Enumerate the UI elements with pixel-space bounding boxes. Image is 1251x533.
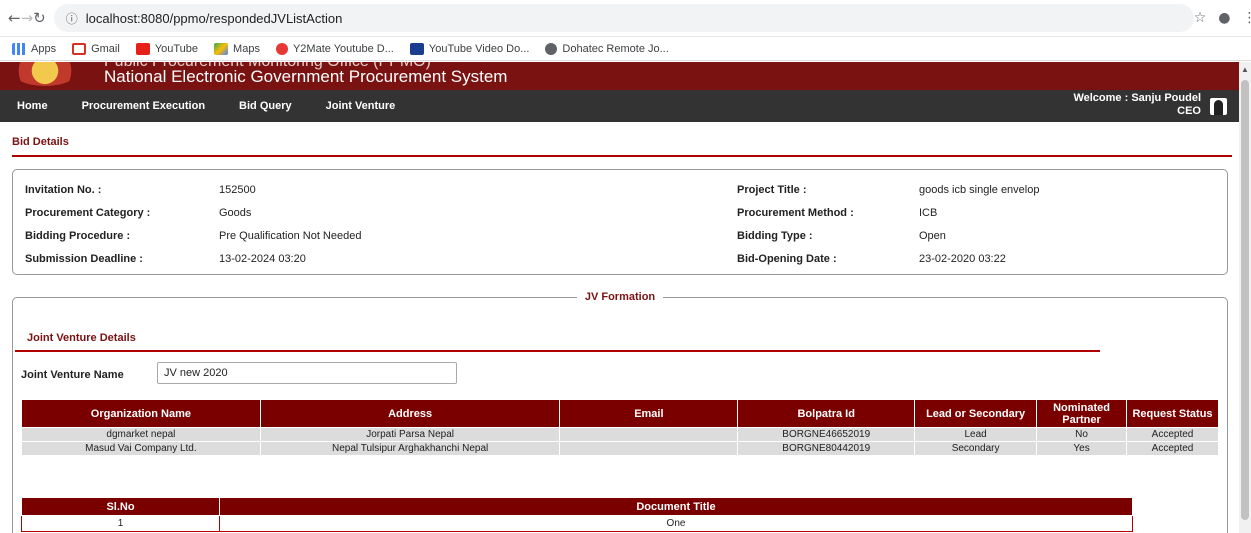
bidding-type-label: Bidding Type : [737, 230, 813, 242]
deadline-value: 13-02-2024 03:20 [219, 253, 306, 265]
main-menu: Home Procurement Execution Bid Query Joi… [0, 90, 1239, 122]
bid-details-box: Invitation No. : 152500 Procurement Cate… [12, 169, 1228, 275]
browser-toolbar: ← → ↻ ⓘ localhost:8080/ppmo/respondedJVL… [0, 0, 1251, 37]
documents-table: Sl.No Document Title 1 One [21, 497, 1133, 532]
reload-icon[interactable]: ↻ [33, 9, 46, 27]
cell-request-status: Accepted [1126, 427, 1219, 442]
cell-email [559, 427, 739, 442]
table-header-row: Sl.No Document Title [21, 497, 1133, 516]
user-avatar-icon[interactable] [1210, 98, 1227, 115]
cell-nominated: No [1036, 427, 1128, 442]
project-title-label: Project Title : [737, 184, 807, 196]
address-bar[interactable]: ⓘ localhost:8080/ppmo/respondedJVListAct… [53, 4, 1194, 32]
bookmark-apps[interactable]: Apps [12, 42, 56, 55]
cell-organization: Masud Vai Company Ltd. [21, 441, 261, 456]
back-arrow-icon[interactable]: ← [8, 9, 21, 27]
cell-bolpatra-id: BORGNE46652019 [737, 427, 916, 442]
maps-icon [214, 42, 229, 55]
invitation-value: 152500 [219, 184, 256, 196]
cell-address: Nepal Tulsipur Arghakhanchi Nepal [259, 441, 561, 456]
bookmarks-bar: Apps Gmail YouTube Maps Y2Mate Youtube D… [0, 37, 1251, 61]
jv-name-label: Joint Venture Name [21, 369, 124, 381]
site-info-icon[interactable]: ⓘ [66, 10, 78, 27]
profile-icon[interactable]: ● [1218, 10, 1230, 26]
bookmark-maps[interactable]: Maps [214, 42, 260, 55]
bid-details-heading: Bid Details [12, 136, 1232, 157]
procedure-value: Pre Qualification Not Needed [219, 230, 362, 242]
scroll-thumb[interactable] [1241, 80, 1249, 520]
welcome-user: Welcome : Sanju Poudel [1073, 92, 1201, 104]
project-title-value: goods icb single envelop [919, 184, 1040, 196]
user-role: CEO [1177, 105, 1201, 117]
url-text: localhost:8080/ppmo/respondedJVListActio… [85, 10, 343, 26]
bookmark-youtube[interactable]: YouTube [135, 42, 198, 55]
deadline-label: Submission Deadline : [25, 253, 143, 265]
cell-document-title[interactable]: One [219, 515, 1133, 532]
menu-bid-query[interactable]: Bid Query [222, 100, 309, 112]
cell-lead-or-secondary: Secondary [914, 441, 1038, 456]
method-label: Procurement Method : [737, 207, 854, 219]
bookmark-gmail[interactable]: Gmail [72, 42, 120, 55]
cell-bolpatra-id: BORGNE80442019 [737, 441, 916, 456]
youtube-icon [135, 42, 150, 55]
jv-name-input[interactable] [157, 362, 457, 384]
menu-procurement-execution[interactable]: Procurement Execution [65, 100, 222, 112]
gmail-icon [72, 42, 87, 55]
opening-date-value: 23-02-2020 03:22 [919, 253, 1006, 265]
jv-members-table: Organization Name Address Email Bolpatra… [21, 399, 1219, 456]
ppmo-logo-icon [8, 62, 82, 86]
welcome-text: Welcome : Sanju Poudel CEO [1073, 92, 1201, 118]
cell-organization: dgmarket nepal [21, 427, 261, 442]
method-value: ICB [919, 207, 938, 219]
page-scrollbar[interactable]: ▲ [1239, 62, 1251, 533]
cell-lead-or-secondary: Lead [914, 427, 1038, 442]
category-value: Goods [219, 207, 252, 219]
col-lead-or-secondary: Lead or Secondary [914, 399, 1038, 428]
table-row: 1 One [21, 515, 1133, 532]
category-label: Procurement Category : [25, 207, 151, 219]
col-bolpatra-id: Bolpatra Id [737, 399, 916, 428]
bookmark-star-icon[interactable]: ☆ [1194, 10, 1207, 26]
cell-nominated: Yes [1036, 441, 1128, 456]
col-email: Email [559, 399, 739, 428]
menu-joint-venture[interactable]: Joint Venture [309, 100, 413, 112]
opening-date-label: Bid-Opening Date : [737, 253, 837, 265]
col-document-title: Document Title [219, 497, 1133, 516]
col-address: Address [259, 399, 561, 428]
invitation-label: Invitation No. : [25, 184, 102, 196]
site-banner: Public Procurement Monitoring Office (PP… [0, 62, 1239, 90]
forward-arrow-icon[interactable]: → [21, 9, 34, 27]
bidding-type-value: Open [919, 230, 946, 242]
col-organization-name: Organization Name [21, 399, 261, 428]
table-row: dgmarket nepal Jorpati Parsa Nepal BORGN… [21, 427, 1219, 442]
jv-details-heading: Joint Venture Details [15, 332, 1100, 352]
banner-title: National Electronic Government Procureme… [104, 67, 508, 86]
cell-request-status: Accepted [1126, 441, 1219, 456]
cell-address: Jorpati Parsa Nepal [259, 427, 561, 442]
bookmark-y2mate[interactable]: Y2Mate Youtube D... [275, 42, 394, 55]
table-header-row: Organization Name Address Email Bolpatra… [21, 399, 1219, 428]
procedure-label: Bidding Procedure : [25, 230, 131, 242]
col-request-status: Request Status [1126, 399, 1219, 428]
table-row: Masud Vai Company Ltd. Nepal Tulsipur Ar… [21, 441, 1219, 456]
globe-icon [545, 42, 558, 55]
cell-sl-no: 1 [21, 515, 220, 532]
bookmark-dohatec[interactable]: Dohatec Remote Jo... [545, 42, 669, 55]
cell-email [559, 441, 739, 456]
col-sl-no: Sl.No [21, 497, 220, 516]
jv-formation-legend: JV Formation [576, 291, 664, 303]
apps-grid-icon [12, 42, 26, 55]
bookmark-youtube-video[interactable]: YouTube Video Do... [409, 42, 529, 55]
menu-dots-icon[interactable]: ⋮ [1243, 10, 1251, 26]
y2mate-icon [275, 42, 288, 55]
b-logo-icon [409, 42, 424, 55]
col-nominated-partner: Nominated Partner [1036, 399, 1128, 428]
menu-home[interactable]: Home [0, 100, 65, 112]
scroll-up-arrow-icon[interactable]: ▲ [1241, 65, 1249, 74]
